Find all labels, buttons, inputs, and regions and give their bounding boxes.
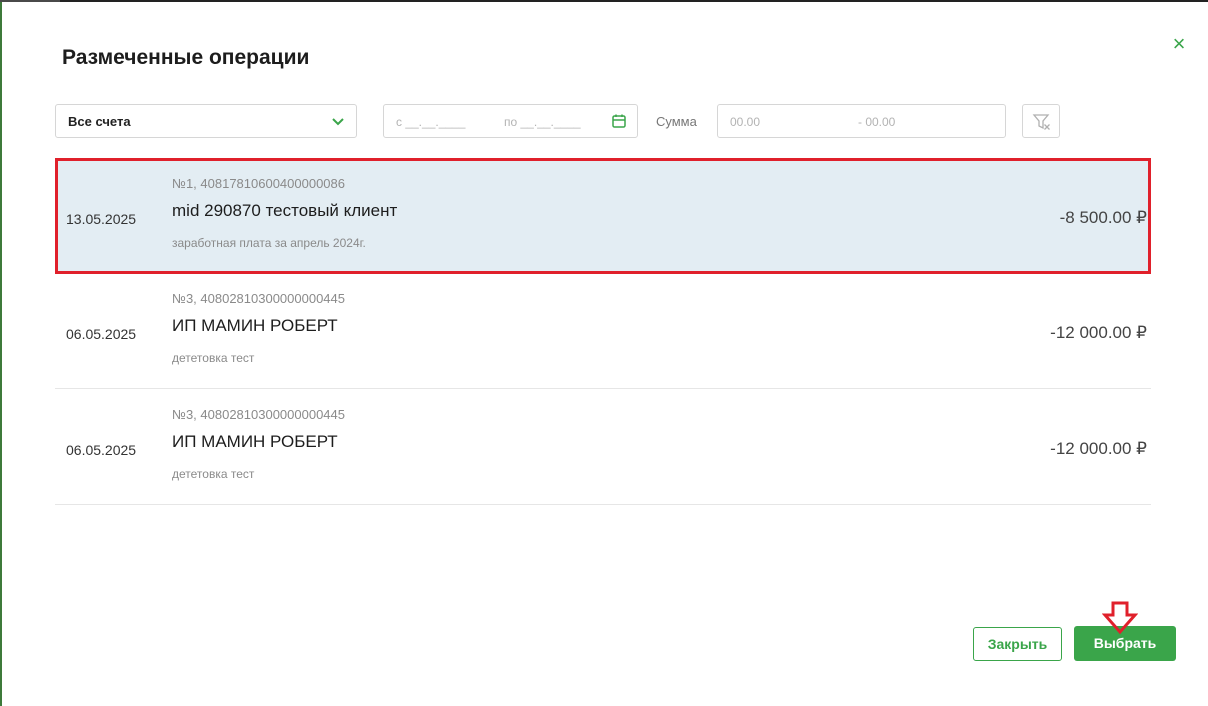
operation-account-number: №3, 40802810300000000445 xyxy=(172,291,345,306)
account-select[interactable]: Все счета xyxy=(55,104,357,138)
clear-filter-button[interactable] xyxy=(1022,104,1060,138)
date-range-input[interactable]: с __.__.____ по __.__.____ xyxy=(383,104,638,138)
operation-description: дететовка тест xyxy=(172,351,255,365)
close-icon[interactable]: × xyxy=(1168,33,1190,55)
operation-counterparty: ИП МАМИН РОБЕРТ xyxy=(172,316,338,335)
account-select-value: Все счета xyxy=(68,114,131,129)
dialog-title: Размеченные операции xyxy=(62,46,310,69)
sum-range-input[interactable]: 00.00 - 00.00 xyxy=(717,104,1006,138)
operation-amount: -8 500.00 ₽ xyxy=(1059,208,1147,227)
close-button[interactable]: Закрыть xyxy=(973,627,1062,661)
operation-account-number: №1, 40817810600400000086 xyxy=(172,176,345,191)
operation-row[interactable]: 06.05.2025 №3, 40802810300000000445 ИП М… xyxy=(55,389,1151,505)
operation-description: заработная плата за апрель 2024г. xyxy=(172,236,366,250)
operation-amount: -12 000.00 ₽ xyxy=(1050,439,1147,458)
operation-counterparty: ИП МАМИН РОБЕРТ xyxy=(172,432,338,451)
sum-label: Сумма xyxy=(656,114,697,129)
operation-row[interactable]: 06.05.2025 №3, 40802810300000000445 ИП М… xyxy=(55,273,1151,389)
operation-description: дететовка тест xyxy=(172,467,255,481)
sum-max-placeholder: - 00.00 xyxy=(858,115,896,129)
operation-counterparty: mid 290870 тестовый клиент xyxy=(172,201,398,220)
arrow-down-annotation-icon xyxy=(1101,601,1139,640)
operation-row-selected[interactable]: 13.05.2025 №1, 40817810600400000086 mid … xyxy=(55,158,1151,274)
operation-date: 06.05.2025 xyxy=(66,326,137,342)
calendar-icon[interactable] xyxy=(611,113,627,134)
date-to-placeholder: по __.__.____ xyxy=(504,115,581,129)
sum-min-placeholder: 00.00 xyxy=(730,115,761,129)
operation-date: 06.05.2025 xyxy=(66,442,137,458)
operation-date: 13.05.2025 xyxy=(66,211,137,227)
chevron-down-icon xyxy=(330,113,346,134)
date-from-placeholder: с __.__.____ xyxy=(396,115,466,129)
operation-amount: -12 000.00 ₽ xyxy=(1050,323,1147,342)
operation-account-number: №3, 40802810300000000445 xyxy=(172,407,345,422)
